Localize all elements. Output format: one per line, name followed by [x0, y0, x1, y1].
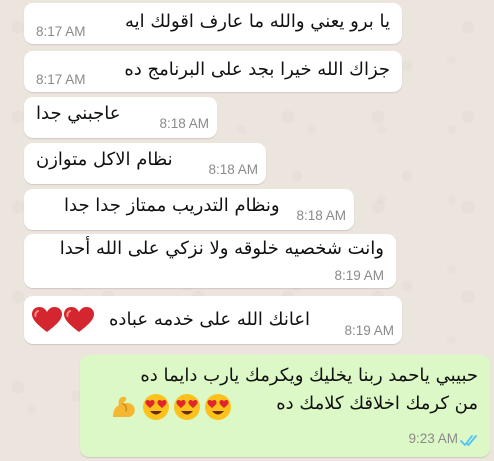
message-timestamp: 8:19 AM [344, 323, 394, 338]
message-bubble-incoming[interactable]: جزاك الله خيرا بجد على البرنامج ده 8:17 … [24, 51, 402, 92]
heart-eyes-face-icon [204, 393, 232, 421]
message-timestamp: 8:17 AM [36, 24, 86, 39]
message-text: نظام الاكل متوازن [36, 149, 173, 170]
message-text: جزاك الله خيرا بجد على البرنامج ده [124, 59, 390, 80]
red-heart-icon [32, 307, 62, 333]
message-text: ونظام التدريب ممتاز جدا جدا [64, 195, 280, 216]
emoji-row [32, 307, 94, 333]
emoji-row [142, 393, 232, 421]
read-receipt-double-tick-icon [460, 433, 480, 452]
message-timestamp: 9:23 AM [408, 431, 458, 446]
message-timestamp: 8:19 AM [334, 268, 384, 283]
message-text-line-2: من كرمك اخلاقك كلامك ده [276, 393, 478, 414]
message-text: عاجبني جدا [36, 103, 121, 124]
red-heart-icon [64, 307, 94, 333]
flexed-biceps-icon [110, 393, 138, 425]
message-timestamp: 8:18 AM [159, 116, 209, 131]
message-bubble-incoming[interactable]: يا برو يعني والله ما عارف اقولك ايه 8:17… [24, 3, 402, 44]
message-timestamp: 8:18 AM [208, 162, 258, 177]
message-bubble-incoming[interactable]: وانت شخصيه خلوقه ولا نزكي على الله أحدا … [24, 234, 396, 288]
message-timestamp: 8:18 AM [296, 208, 346, 223]
heart-eyes-face-icon [142, 393, 170, 421]
message-text: اعانك الله على خدمه عباده [109, 309, 311, 330]
biceps-wrap [110, 393, 138, 425]
message-text-line-1: حبيبي ياحمد ربنا يخليك ويكرمك يارب دايما… [140, 365, 478, 386]
message-bubble-incoming[interactable]: عاجبني جدا 8:18 AM [24, 97, 217, 138]
message-bubble-incoming[interactable]: ونظام التدريب ممتاز جدا جدا 8:18 AM [24, 189, 354, 230]
message-timestamp: 8:17 AM [36, 72, 86, 87]
message-bubble-outgoing[interactable]: حبيبي ياحمد ربنا يخليك ويكرمك يارب دايما… [80, 355, 490, 457]
message-bubble-incoming[interactable]: نظام الاكل متوازن 8:18 AM [24, 143, 266, 184]
heart-eyes-face-icon [173, 393, 201, 421]
message-bubble-incoming[interactable]: اعانك الله على خدمه عباده 8:19 AM [24, 296, 402, 344]
message-text: وانت شخصيه خلوقه ولا نزكي على الله أحدا [59, 238, 384, 259]
message-text: يا برو يعني والله ما عارف اقولك ايه [124, 11, 390, 32]
